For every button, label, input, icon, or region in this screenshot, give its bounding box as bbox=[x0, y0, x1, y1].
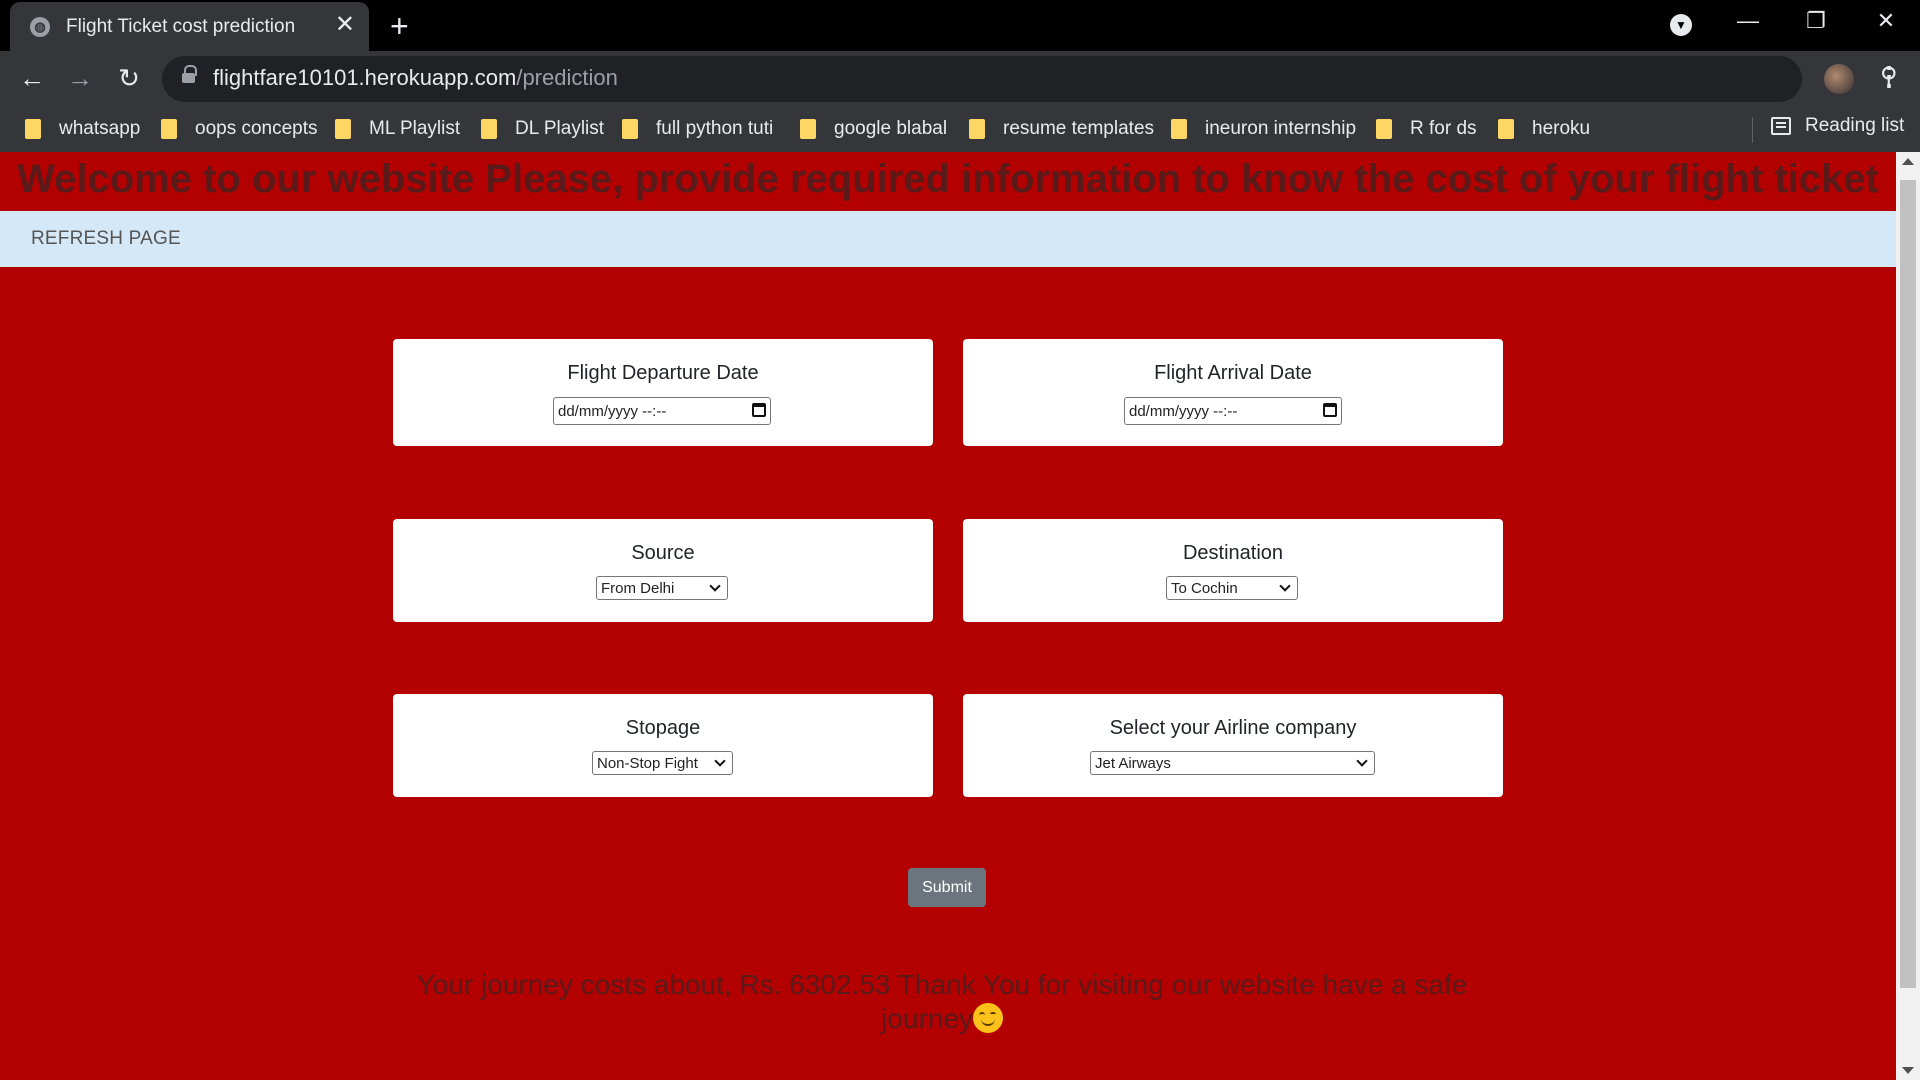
folder-icon bbox=[25, 119, 41, 139]
folder-icon bbox=[800, 119, 816, 139]
arrival-date-input[interactable]: dd/mm/yyyy --:-- bbox=[1124, 397, 1342, 425]
reading-list-button[interactable]: Reading list bbox=[1771, 115, 1904, 137]
destination-label: Destination bbox=[1182, 542, 1284, 564]
profile-avatar[interactable] bbox=[1824, 64, 1854, 94]
browser-toolbar: ← → ↻ flightfare10101.herokuapp.com/pred… bbox=[0, 51, 1920, 107]
folder-icon bbox=[969, 119, 985, 139]
bookmark-item[interactable]: R for ds bbox=[1376, 115, 1477, 143]
folder-icon bbox=[335, 119, 351, 139]
calendar-icon[interactable] bbox=[752, 403, 766, 417]
minimize-icon[interactable]: — bbox=[1733, 8, 1763, 34]
bookmark-item[interactable]: heroku bbox=[1498, 115, 1590, 143]
address-bar[interactable]: flightfare10101.herokuapp.com/prediction… bbox=[162, 56, 1898, 102]
chevron-down-icon bbox=[709, 580, 721, 592]
reload-icon[interactable]: ↻ bbox=[112, 61, 146, 95]
tab-search-icon[interactable]: ▼ bbox=[1670, 14, 1692, 36]
submit-button[interactable]: Submit bbox=[908, 868, 986, 907]
scrollbar-thumb[interactable] bbox=[1900, 180, 1916, 988]
stopage-select[interactable]: Non-Stop Fight bbox=[592, 751, 733, 775]
chevron-down-icon bbox=[714, 755, 726, 767]
forward-icon[interactable]: → bbox=[63, 61, 97, 95]
divider bbox=[1752, 117, 1753, 143]
scroll-up-icon[interactable] bbox=[1902, 158, 1914, 165]
vertical-scrollbar[interactable] bbox=[1896, 152, 1920, 1080]
scroll-down-icon[interactable] bbox=[1902, 1067, 1914, 1074]
chevron-down-icon bbox=[1279, 580, 1291, 592]
chevron-down-icon bbox=[1356, 755, 1368, 767]
airline-select[interactable]: Jet Airways bbox=[1090, 751, 1375, 775]
reading-list-icon bbox=[1771, 117, 1791, 135]
folder-icon bbox=[1376, 119, 1392, 139]
arrival-card: Flight Arrival Date dd/mm/yyyy --:-- bbox=[963, 339, 1503, 446]
bookmark-item[interactable]: oops concepts bbox=[161, 115, 318, 143]
destination-card: Destination To Cochin bbox=[963, 519, 1503, 622]
page-heading: Welcome to our website Please, provide r… bbox=[17, 157, 1879, 201]
source-select[interactable]: From Delhi bbox=[596, 576, 728, 600]
source-card: Source From Delhi bbox=[393, 519, 933, 622]
bookmark-item[interactable]: full python tuti bbox=[622, 115, 773, 143]
navbar: REFRESH PAGE bbox=[0, 211, 1896, 267]
stopage-label: Stopage bbox=[625, 717, 701, 739]
airline-label: Select your Airline company bbox=[1109, 717, 1357, 739]
bookmarks-bar: whatsapp oops concepts ML Playlist DL Pl… bbox=[0, 107, 1920, 152]
bookmark-item[interactable]: ML Playlist bbox=[335, 115, 460, 143]
bookmark-item[interactable]: ineuron internship bbox=[1171, 115, 1356, 143]
folder-icon bbox=[1498, 119, 1514, 139]
calendar-icon[interactable] bbox=[1323, 403, 1337, 417]
destination-select[interactable]: To Cochin bbox=[1166, 576, 1298, 600]
tab-title: Flight Ticket cost prediction bbox=[66, 15, 296, 37]
url-text[interactable]: flightfare10101.herokuapp.com/prediction bbox=[213, 65, 618, 91]
bookmark-item[interactable]: google blabal bbox=[800, 115, 947, 143]
stopage-card: Stopage Non-Stop Fight bbox=[393, 694, 933, 797]
prediction-result: Your journey costs about, Rs. 6302.53 Th… bbox=[416, 969, 1468, 1034]
folder-icon bbox=[481, 119, 497, 139]
tab-strip: ◍ Flight Ticket cost prediction ✕ + ▼ — … bbox=[0, 0, 1920, 51]
close-window-icon[interactable]: ✕ bbox=[1871, 8, 1901, 34]
restore-icon[interactable]: ❐ bbox=[1801, 8, 1831, 34]
back-icon[interactable]: ← bbox=[15, 61, 49, 95]
bookmark-item[interactable]: whatsapp bbox=[25, 115, 140, 143]
source-label: Source bbox=[631, 542, 695, 564]
arrival-label: Flight Arrival Date bbox=[1154, 362, 1312, 384]
smiling-face-icon bbox=[972, 1003, 1003, 1033]
page-viewport: Welcome to our website Please, provide r… bbox=[0, 152, 1896, 1080]
bookmark-item[interactable]: DL Playlist bbox=[481, 115, 604, 143]
departure-date-input[interactable]: dd/mm/yyyy --:-- bbox=[553, 397, 771, 425]
folder-icon bbox=[161, 119, 177, 139]
departure-card: Flight Departure Date dd/mm/yyyy --:-- bbox=[393, 339, 933, 446]
departure-label: Flight Departure Date bbox=[567, 362, 759, 384]
active-tab[interactable]: ◍ Flight Ticket cost prediction ✕ bbox=[10, 2, 369, 51]
lock-icon[interactable] bbox=[182, 65, 197, 86]
new-tab-icon[interactable]: + bbox=[390, 10, 409, 42]
refresh-page-link[interactable]: REFRESH PAGE bbox=[31, 228, 181, 250]
globe-icon: ◍ bbox=[30, 16, 50, 37]
close-tab-icon[interactable]: ✕ bbox=[335, 13, 355, 37]
folder-icon bbox=[622, 119, 638, 139]
bookmark-item[interactable]: resume templates bbox=[969, 115, 1154, 143]
folder-icon bbox=[1171, 119, 1187, 139]
more-menu-icon[interactable]: ⋮ bbox=[1876, 61, 1902, 92]
airline-card: Select your Airline company Jet Airways bbox=[963, 694, 1503, 797]
